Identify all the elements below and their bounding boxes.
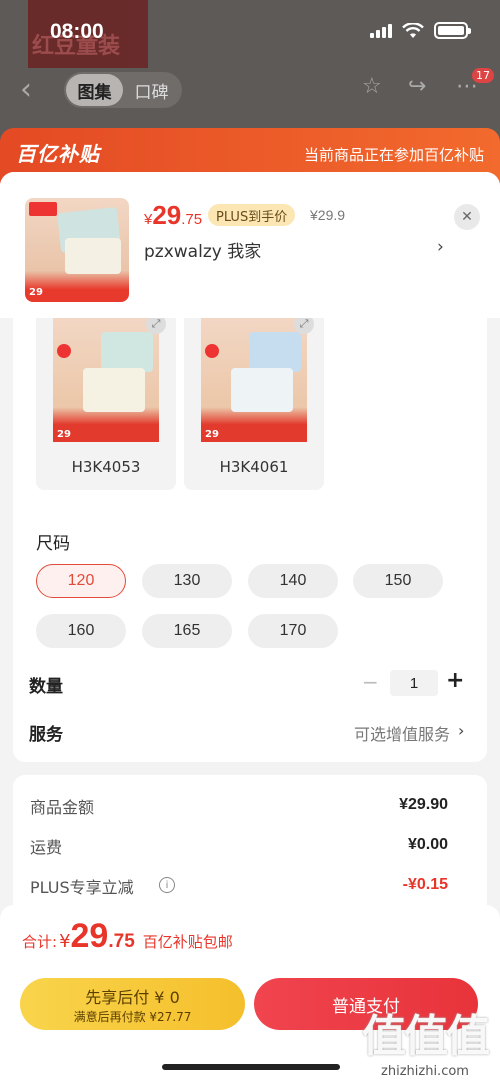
status-bar: 08:00 [0,0,500,66]
subsidy-logo: 百亿补贴 [16,142,100,166]
variant-image: 29 [201,318,307,442]
selected-spec[interactable]: pzxwalzy 我家 [144,237,261,262]
cost-label: PLUS专享立减 [30,878,134,897]
size-option[interactable]: 150 [353,564,443,598]
size-option[interactable]: 140 [248,564,338,598]
size-option[interactable]: 130 [142,564,232,598]
original-price: ¥29.9 [310,207,346,223]
pay-later-button[interactable]: 先享后付 ¥ 0 满意后再付款 ¥27.77 [20,978,245,1030]
expand-icon[interactable]: ⤢ [146,318,166,334]
size-option[interactable]: 120 [36,564,126,598]
back-icon[interactable]: ‹ [20,72,32,107]
plus-price-badge: PLUS到手价 [208,204,296,226]
cart-badge: 17 [472,68,494,83]
wifi-icon [402,22,424,38]
cost-value: ¥0.00 [407,836,448,853]
quantity-input[interactable]: 1 [390,670,438,696]
pay-later-label: 先享后付 ¥ 0 [85,988,180,1007]
battery-icon [434,22,471,39]
size-option[interactable]: 165 [142,614,232,648]
variant-label: H3K4053 [71,458,141,476]
cost-label: 运费 [30,838,63,857]
star-icon[interactable]: ☆ [362,74,382,99]
service-label: 服务 [29,725,63,745]
product-price: ¥29.75 [144,200,203,230]
size-title: 尺码 [36,534,70,554]
nav-bar: ‹ 图集 口碑 ☆ ↪ ⋯ [0,66,500,114]
info-icon[interactable]: i [159,877,175,893]
home-indicator [162,1064,340,1070]
share-icon[interactable]: ↪ [408,74,426,99]
size-option[interactable]: 170 [248,614,338,648]
cost-label: 商品金额 [30,798,95,817]
close-icon[interactable]: ✕ [454,204,480,230]
watermark: 值值值 zhizhizhi.com [350,1000,500,1081]
cost-value: -¥0.15 [402,876,448,893]
variant-image: 29 [53,318,159,442]
total-price: 合计: ¥ 29 .75 百亿补贴包邮 [22,917,233,955]
variant-label: H3K4061 [219,458,289,476]
product-thumbnail[interactable]: 29 [25,198,129,302]
quantity-increment[interactable]: + [446,668,464,693]
status-icons [370,22,471,39]
nav-tabs: 图集 口碑 [64,72,182,108]
cost-value: ¥29.90 [399,796,448,813]
quantity-label: 数量 [29,677,63,697]
quantity-decrement[interactable]: − [362,670,379,694]
tab-reviews[interactable]: 口碑 [123,74,180,106]
pay-later-sublabel: 满意后再付款 ¥27.77 [73,1010,192,1024]
chevron-right-icon[interactable]: › [458,721,464,740]
subsidy-text: 当前商品正在参加百亿补贴 [303,146,484,164]
variant-option[interactable]: 29 ⤢ H3K4053 [36,318,176,490]
chevron-right-icon[interactable]: › [437,237,444,257]
expand-icon[interactable]: ⤢ [294,318,314,334]
variant-option[interactable]: 29 ⤢ H3K4061 [184,318,324,490]
tab-gallery[interactable]: 图集 [66,74,123,106]
signal-icon [370,23,392,38]
status-time: 08:00 [50,20,104,43]
size-option[interactable]: 160 [36,614,126,648]
service-value[interactable]: 可选增值服务 [354,721,450,745]
